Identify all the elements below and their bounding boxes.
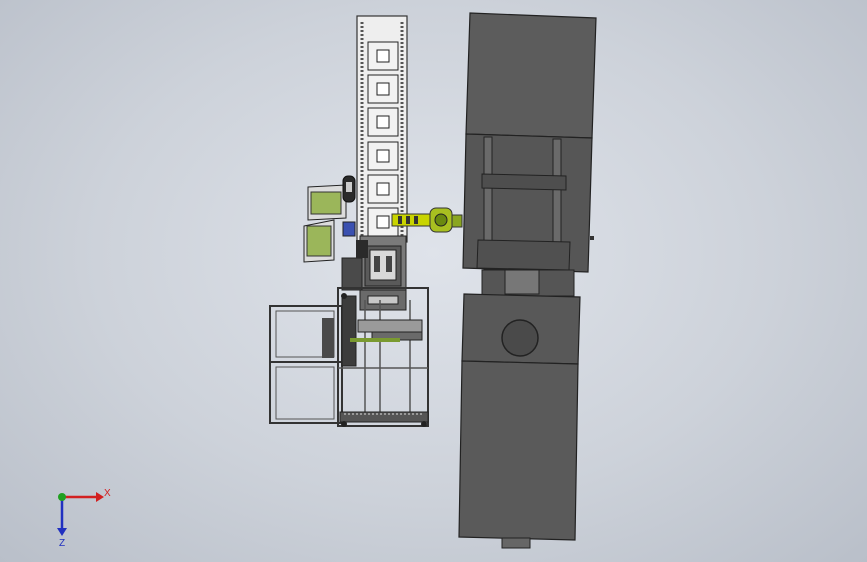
tray-3 <box>367 107 399 137</box>
tray-1 <box>367 41 399 71</box>
machine-upper-housing[interactable] <box>465 12 597 139</box>
x-axis-label: X <box>104 488 111 499</box>
tray-4 <box>367 141 399 171</box>
tray-conveyor[interactable] <box>356 15 408 243</box>
injection-molding-machine[interactable] <box>458 12 597 549</box>
hopper-circle <box>501 319 539 357</box>
machine-base[interactable] <box>458 360 579 541</box>
cad-viewport[interactable]: X Z <box>0 0 867 562</box>
coordinate-triad: X Z <box>57 488 111 549</box>
tray-2 <box>367 74 399 104</box>
tray-5 <box>367 174 399 204</box>
z-axis-label: Z <box>59 538 65 549</box>
